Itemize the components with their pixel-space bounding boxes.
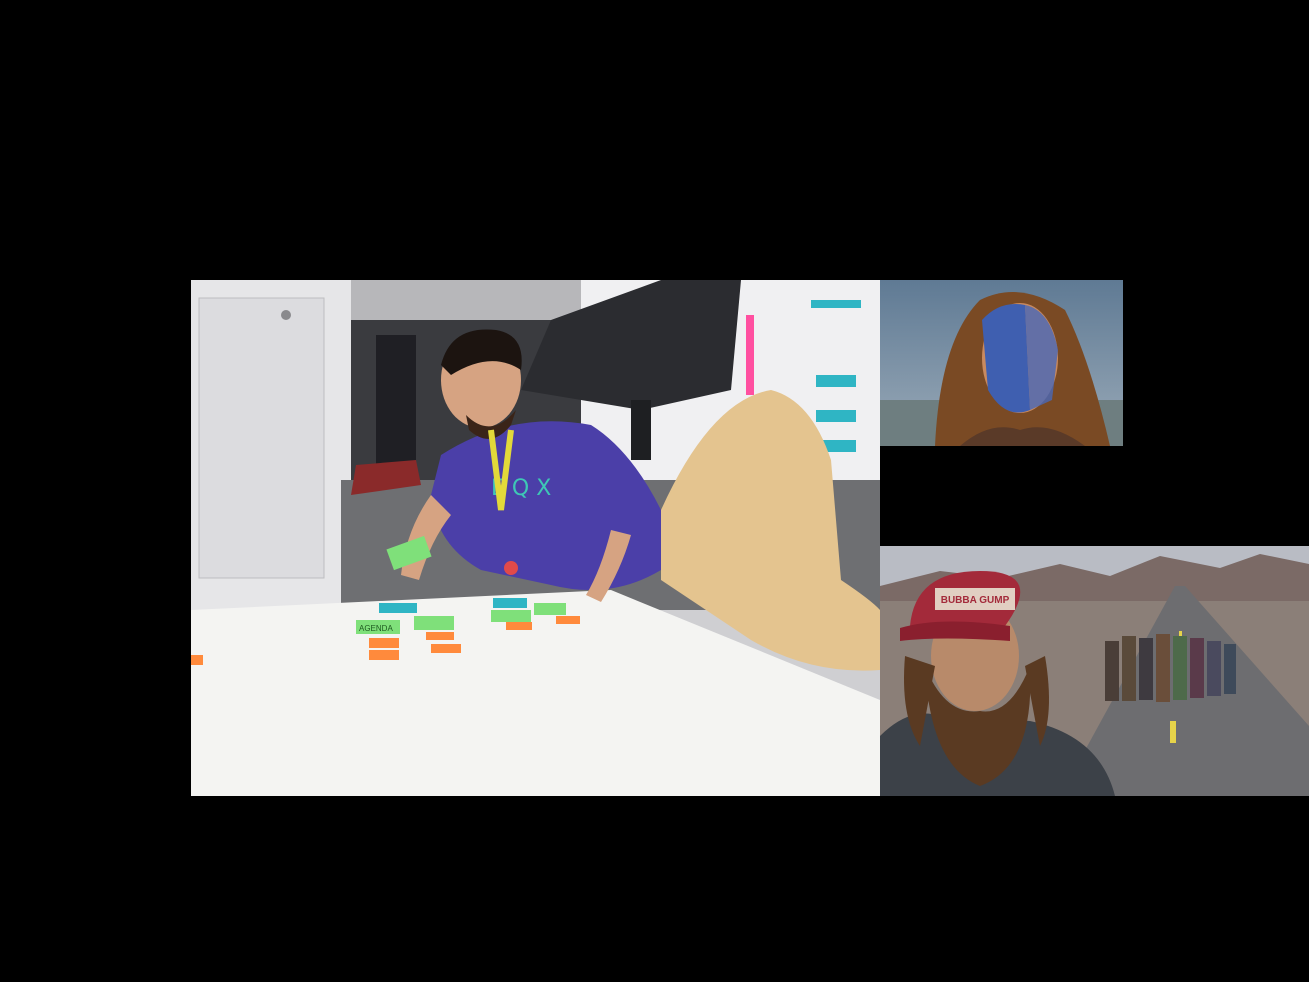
main-photo: AGENDA E Q X [191,280,880,796]
portrait-scene-1 [880,280,1123,446]
cap-logo-text: BUBBA GUMP [941,595,1010,606]
inset-photo-top [880,280,1123,446]
inset-photo-bottom: BUBBA GUMP [880,546,1309,796]
sticky-note-agenda: AGENDA [359,624,393,633]
slide-canvas: AGENDA E Q X BUBBA GUMP [0,0,1309,982]
office-scene: AGENDA E Q X [191,280,880,796]
portrait-scene-2: BUBBA GUMP [880,546,1309,796]
